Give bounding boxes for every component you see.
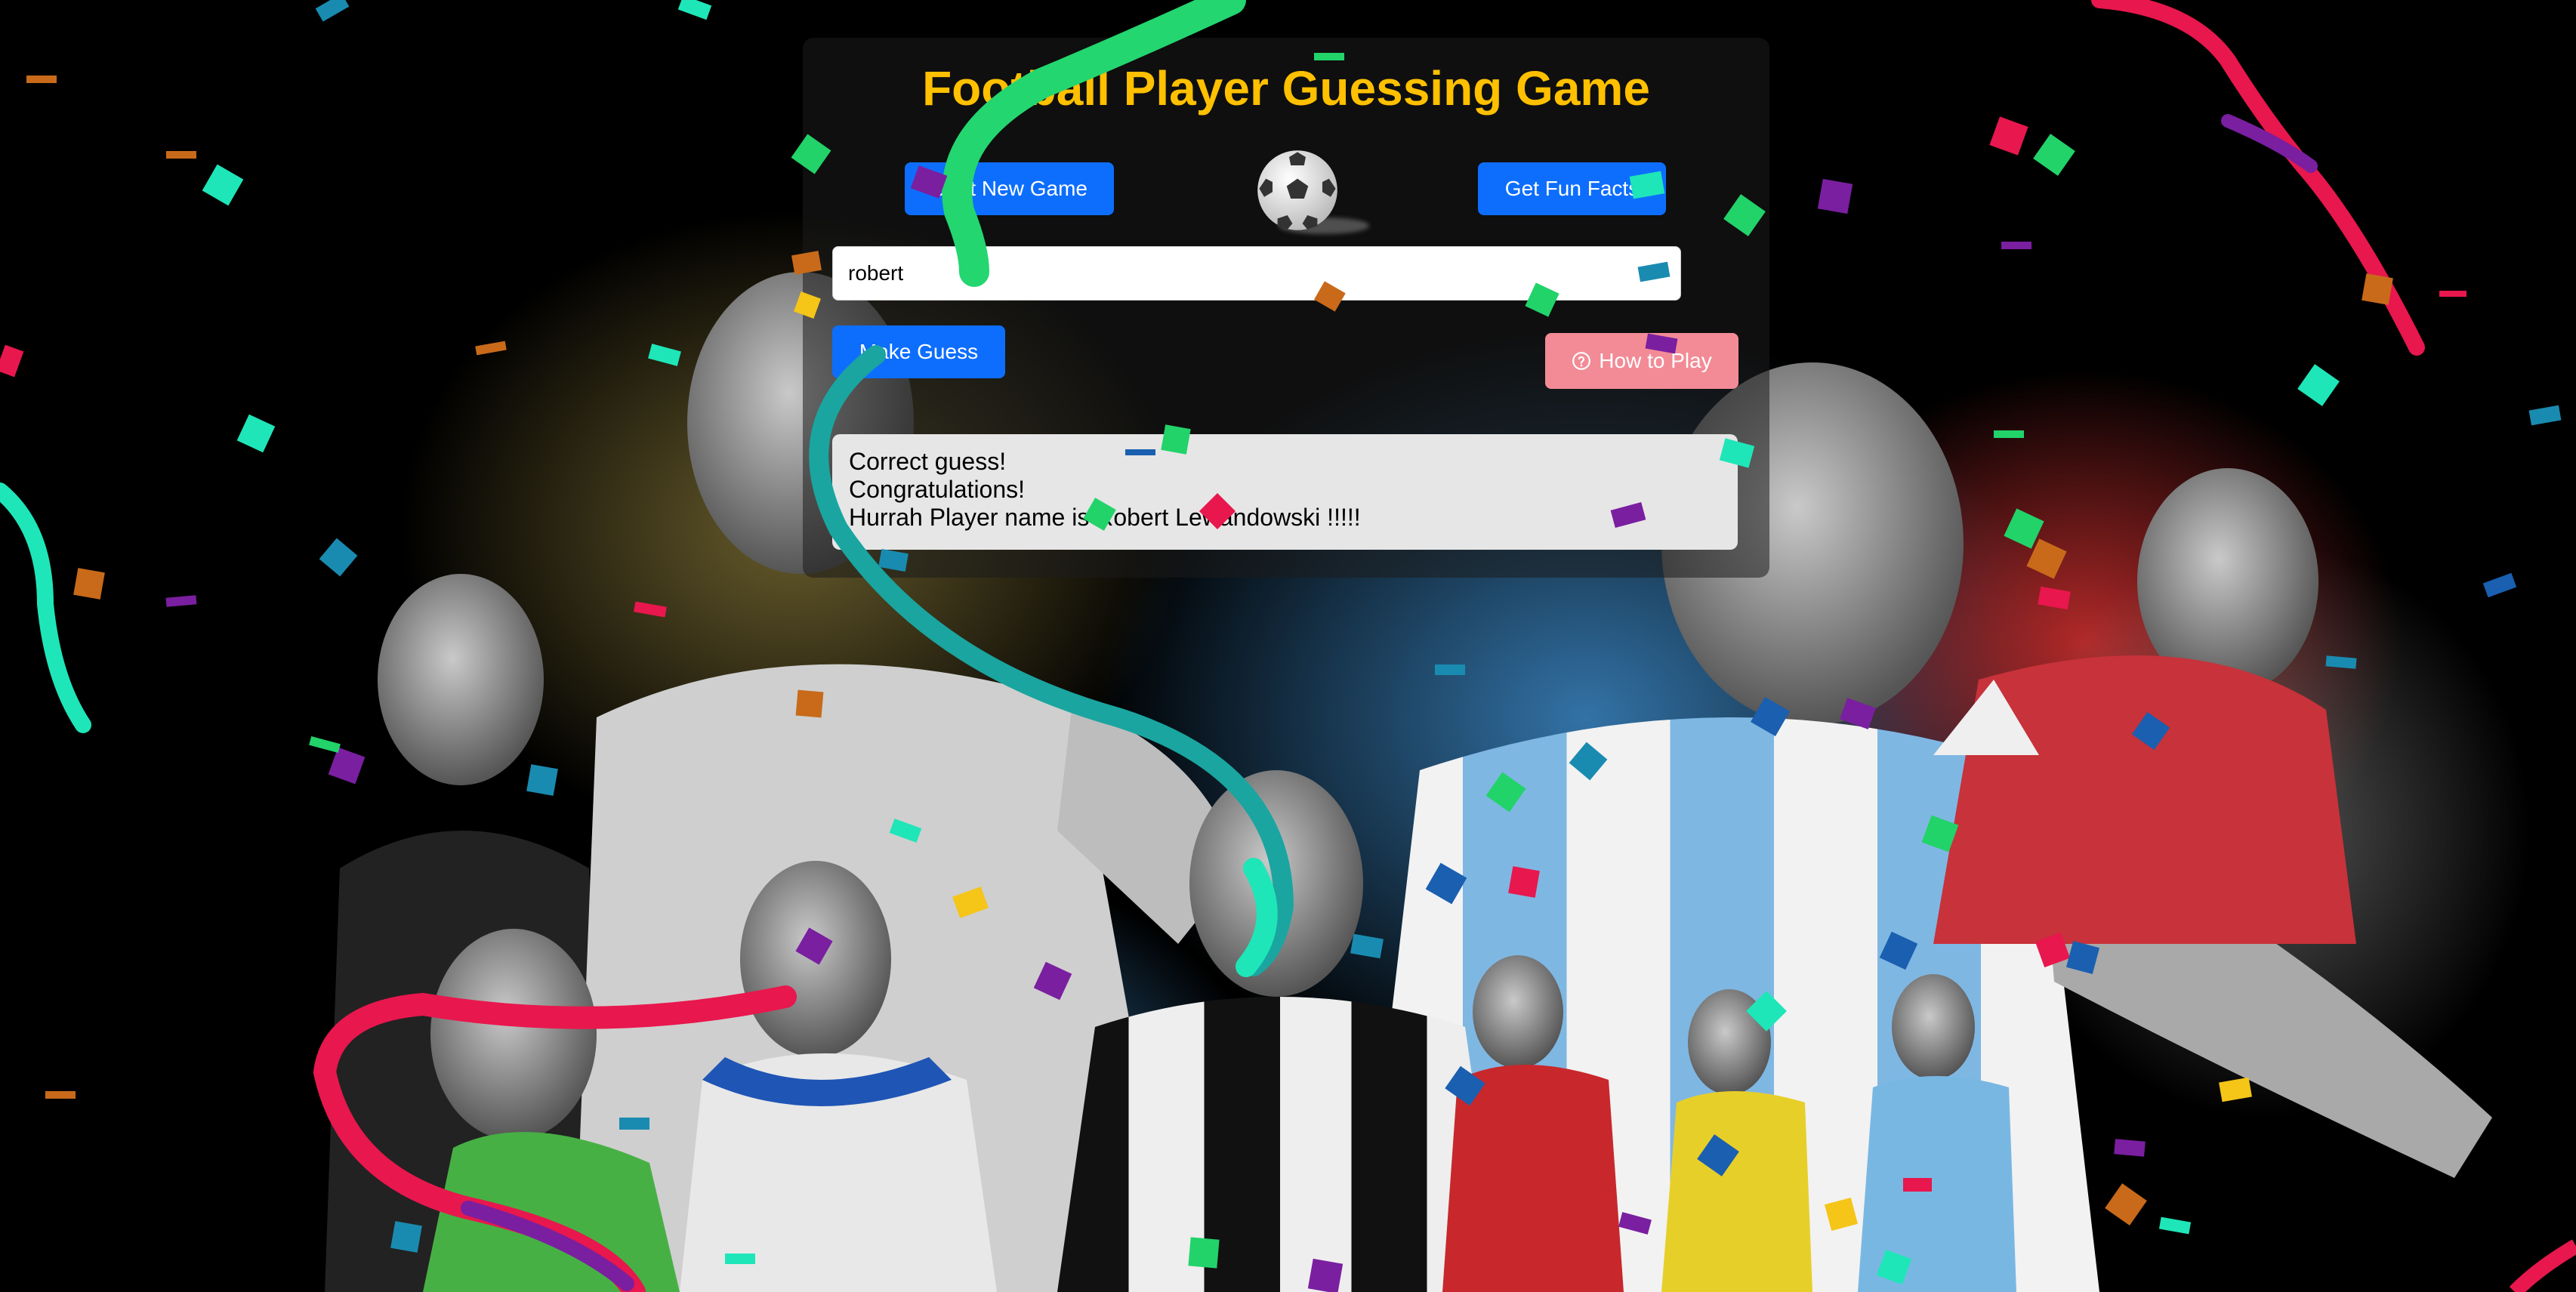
make-guess-button[interactable]: Make Guess xyxy=(832,325,1005,378)
question-circle-icon xyxy=(1572,352,1591,370)
result-message-box: Correct guess! Congratulations! Hurrah P… xyxy=(832,434,1738,550)
page-title: Football Player Guessing Game xyxy=(922,61,1650,116)
get-fun-facts-button[interactable]: Get Fun Facts xyxy=(1478,162,1666,215)
guess-input[interactable] xyxy=(832,246,1681,301)
result-line: Congratulations! xyxy=(849,476,1026,503)
result-line: Hurrah Player name is Robert Lewandowski… xyxy=(849,504,1361,531)
start-new-game-button[interactable]: Start New Game xyxy=(905,162,1114,215)
soccer-ball-icon xyxy=(1257,150,1337,230)
how-to-play-label: How to Play xyxy=(1599,349,1712,372)
how-to-play-button[interactable]: How to Play xyxy=(1545,333,1738,389)
result-line: Correct guess! xyxy=(849,448,1007,475)
